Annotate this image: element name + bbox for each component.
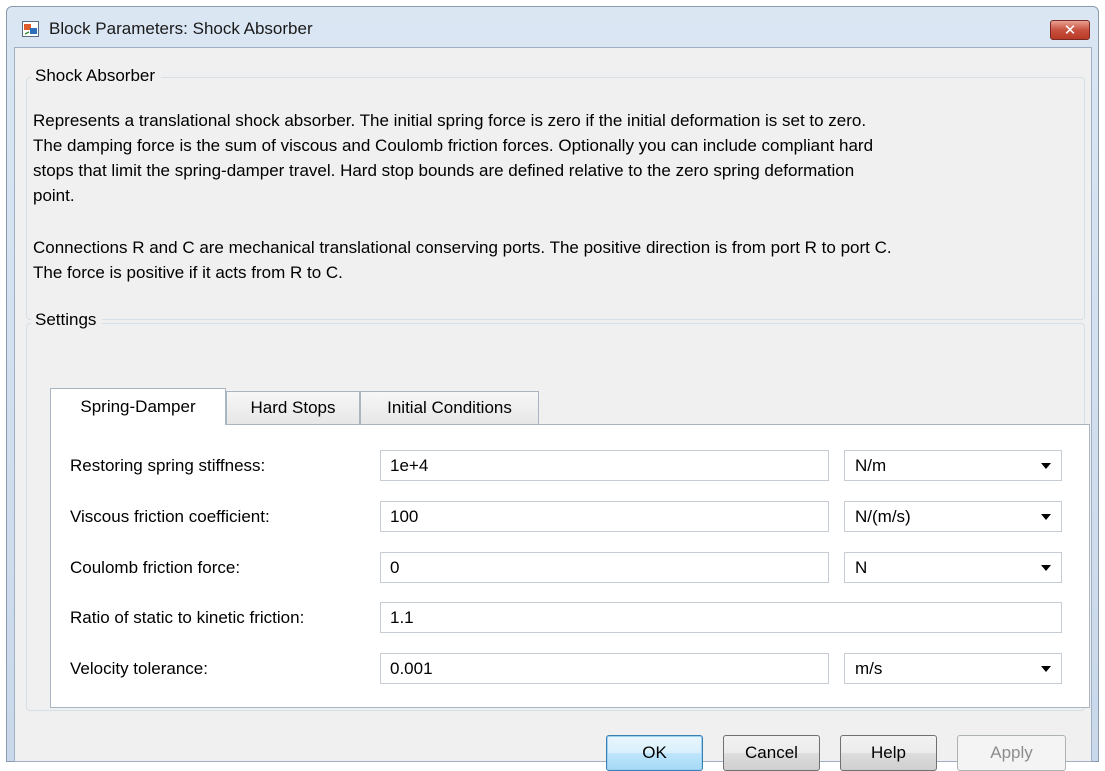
unit-value: N/m	[855, 456, 887, 475]
param-label-static-kinetic-ratio: Ratio of static to kinetic friction:	[70, 608, 305, 627]
param-label-velocity-tolerance: Velocity tolerance:	[70, 659, 208, 678]
velocity-tolerance-input[interactable]: 0.001	[380, 653, 829, 684]
chevron-down-icon	[1041, 514, 1051, 520]
simulink-block-icon	[22, 21, 39, 37]
coulomb-friction-input[interactable]: 0	[380, 552, 829, 583]
param-label-coulomb-friction: Coulomb friction force:	[70, 558, 241, 577]
help-button[interactable]: Help	[840, 735, 937, 771]
coulomb-friction-unit-select[interactable]: N	[844, 552, 1062, 583]
description-line: Represents a translational shock absorbe…	[33, 111, 867, 130]
chevron-down-icon	[1041, 463, 1051, 469]
viscous-friction-unit-select[interactable]: N/(m/s)	[844, 501, 1062, 532]
chevron-down-icon	[1041, 565, 1051, 571]
velocity-tolerance-unit-select[interactable]: m/s	[844, 653, 1062, 684]
chevron-down-icon	[1041, 666, 1051, 672]
tab-spring-damper[interactable]: Spring-Damper	[50, 388, 226, 425]
description-line: The force is positive if it acts from R …	[33, 263, 343, 282]
description-group-title: Shock Absorber	[31, 66, 162, 86]
param-label-spring-stiffness: Restoring spring stiffness:	[70, 456, 266, 475]
tab-label: Initial Conditions	[387, 398, 512, 417]
description-line: point.	[33, 186, 75, 205]
tab-initial-conditions[interactable]: Initial Conditions	[360, 391, 539, 425]
unit-value: N/(m/s)	[855, 507, 911, 526]
spring-stiffness-unit-select[interactable]: N/m	[844, 450, 1062, 481]
param-label-viscous-friction: Viscous friction coefficient:	[70, 507, 270, 526]
unit-value: m/s	[855, 659, 883, 678]
window-title: Block Parameters: Shock Absorber	[49, 19, 313, 38]
cancel-button[interactable]: Cancel	[723, 735, 820, 771]
unit-value: N	[855, 558, 868, 577]
close-button[interactable]: ✕	[1050, 20, 1090, 40]
tab-label: Spring-Damper	[80, 397, 196, 416]
description-line: The damping force is the sum of viscous …	[33, 136, 874, 155]
viscous-friction-input[interactable]: 100	[380, 501, 829, 532]
ok-button[interactable]: OK	[606, 735, 703, 771]
dialog-client-area: Shock Absorber Represents a translationa…	[14, 47, 1092, 771]
tab-strip: Spring-Damper Hard Stops Initial Conditi…	[50, 388, 1090, 425]
tab-hard-stops[interactable]: Hard Stops	[226, 391, 360, 425]
block-parameters-dialog: Block Parameters: Shock Absorber ✕ Shock…	[6, 6, 1099, 771]
apply-button: Apply	[957, 735, 1066, 771]
title-bar[interactable]: Block Parameters: Shock Absorber ✕	[7, 7, 1098, 45]
spring-damper-panel: Restoring spring stiffness: 1e+4 N/m Vis…	[50, 424, 1090, 708]
settings-group-title: Settings	[31, 310, 103, 330]
static-kinetic-ratio-input[interactable]: 1.1	[380, 602, 1062, 633]
spring-stiffness-input[interactable]: 1e+4	[380, 450, 829, 481]
description-paragraph-1: Represents a translational shock absorbe…	[33, 108, 1078, 208]
description-line: stops that limit the spring-damper trave…	[33, 161, 855, 180]
description-paragraph-2: Connections R and C are mechanical trans…	[33, 235, 1078, 285]
tab-label: Hard Stops	[250, 398, 336, 417]
close-icon: ✕	[1063, 22, 1077, 39]
description-line: Connections R and C are mechanical trans…	[33, 238, 892, 257]
